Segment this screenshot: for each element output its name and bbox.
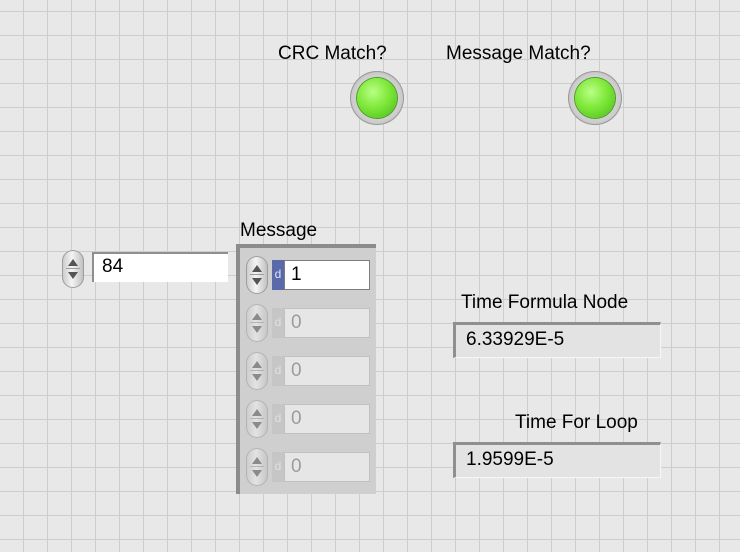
crc-match-led[interactable] (350, 71, 404, 125)
time-for-loop-indicator: 1.9599E-5 (453, 442, 661, 478)
array-element-value[interactable]: 0 (284, 452, 370, 482)
time-formula-node-indicator: 6.33929E-5 (453, 322, 661, 358)
radix-indicator[interactable]: d (272, 308, 284, 338)
decrement-arrow-icon[interactable] (252, 470, 262, 477)
spinner-divider (250, 322, 264, 323)
decrement-arrow-icon[interactable] (252, 422, 262, 429)
increment-arrow-icon[interactable] (68, 259, 78, 266)
message-match-label: Message Match? (446, 43, 591, 64)
array-element-value[interactable]: 0 (284, 404, 370, 434)
time-for-loop-label: Time For Loop (515, 412, 638, 433)
spinner-divider (250, 274, 264, 275)
spinner-divider (66, 268, 80, 269)
value-increment-decrement[interactable] (62, 250, 84, 288)
array-element[interactable]: d 0 (246, 399, 374, 439)
increment-arrow-icon[interactable] (252, 457, 262, 464)
array-element-value[interactable]: 0 (284, 356, 370, 386)
message-match-led-bulb (575, 78, 615, 118)
array-element[interactable]: d 0 (246, 447, 374, 487)
decrement-arrow-icon[interactable] (252, 326, 262, 333)
radix-indicator[interactable]: d (272, 404, 284, 434)
decrement-arrow-icon[interactable] (252, 278, 262, 285)
array-element[interactable]: d 1 (246, 255, 374, 295)
crc-match-label: CRC Match? (278, 43, 387, 64)
increment-arrow-icon[interactable] (252, 313, 262, 320)
radix-indicator[interactable]: d (272, 356, 284, 386)
radix-indicator[interactable]: d (272, 452, 284, 482)
spinner-divider (250, 370, 264, 371)
element-spinner[interactable] (246, 400, 268, 438)
time-formula-node-label: Time Formula Node (461, 292, 629, 313)
element-spinner[interactable] (246, 448, 268, 486)
spinner-divider (250, 466, 264, 467)
increment-arrow-icon[interactable] (252, 409, 262, 416)
array-element[interactable]: d 0 (246, 303, 374, 343)
increment-arrow-icon[interactable] (252, 361, 262, 368)
element-spinner[interactable] (246, 304, 268, 342)
message-array-label: Message (240, 220, 318, 241)
numeric-control-input[interactable]: 84 (92, 252, 228, 282)
radix-indicator[interactable]: d (272, 260, 284, 290)
element-spinner[interactable] (246, 256, 268, 294)
decrement-arrow-icon[interactable] (68, 272, 78, 279)
element-spinner[interactable] (246, 352, 268, 390)
crc-match-led-bulb (357, 78, 397, 118)
message-array[interactable]: d 1 d 0 d 0 d 0 d 0 (236, 244, 376, 494)
array-element-value[interactable]: 1 (284, 260, 370, 290)
array-element-value[interactable]: 0 (284, 308, 370, 338)
increment-arrow-icon[interactable] (252, 265, 262, 272)
spinner-divider (250, 418, 264, 419)
array-element[interactable]: d 0 (246, 351, 374, 391)
decrement-arrow-icon[interactable] (252, 374, 262, 381)
message-match-led[interactable] (568, 71, 622, 125)
